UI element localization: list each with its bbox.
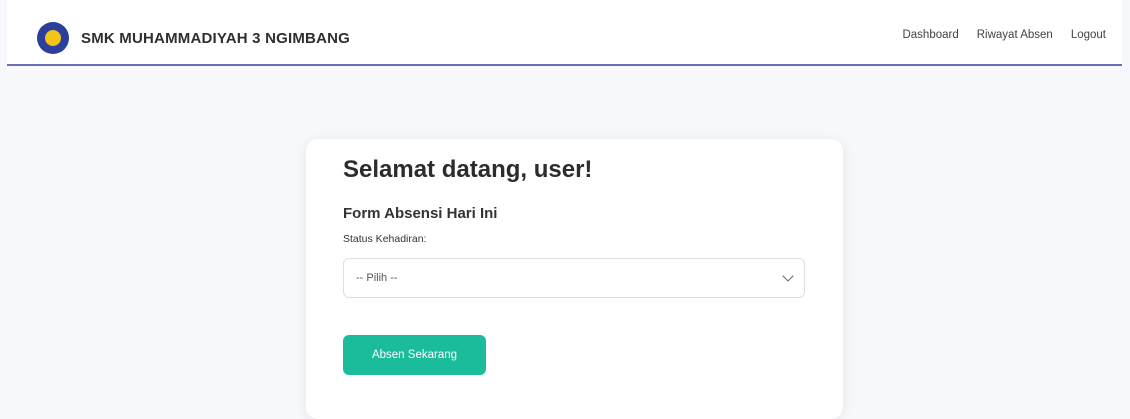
top-navbar: SMK MUHAMMADIYAH 3 NGIMBANG Dashboard Ri… — [7, 0, 1122, 66]
status-select-value: -- Pilih -- — [356, 272, 398, 284]
brand[interactable]: SMK MUHAMMADIYAH 3 NGIMBANG — [37, 21, 350, 55]
nav-logout-link[interactable]: Logout — [1071, 29, 1106, 41]
attendance-card: Selamat datang, user! Form Absensi Hari … — [306, 139, 843, 419]
brand-name: SMK MUHAMMADIYAH 3 NGIMBANG — [81, 29, 351, 47]
emblem-center — [43, 28, 63, 48]
absen-sekarang-button[interactable]: Absen Sekarang — [343, 335, 486, 375]
welcome-heading: Selamat datang, user! — [343, 156, 593, 183]
form-title: Form Absensi Hari Ini — [343, 205, 498, 222]
school-emblem-icon — [37, 22, 69, 54]
status-label: Status Kehadiran: — [343, 233, 427, 245]
nav-riwayat-absen-link[interactable]: Riwayat Absen — [977, 29, 1053, 41]
nav-dashboard-link[interactable]: Dashboard — [902, 29, 958, 41]
chevron-down-icon — [782, 270, 794, 282]
nav-links: Dashboard Riwayat Absen Logout — [902, 29, 1106, 41]
status-select[interactable]: -- Pilih -- — [343, 258, 805, 298]
